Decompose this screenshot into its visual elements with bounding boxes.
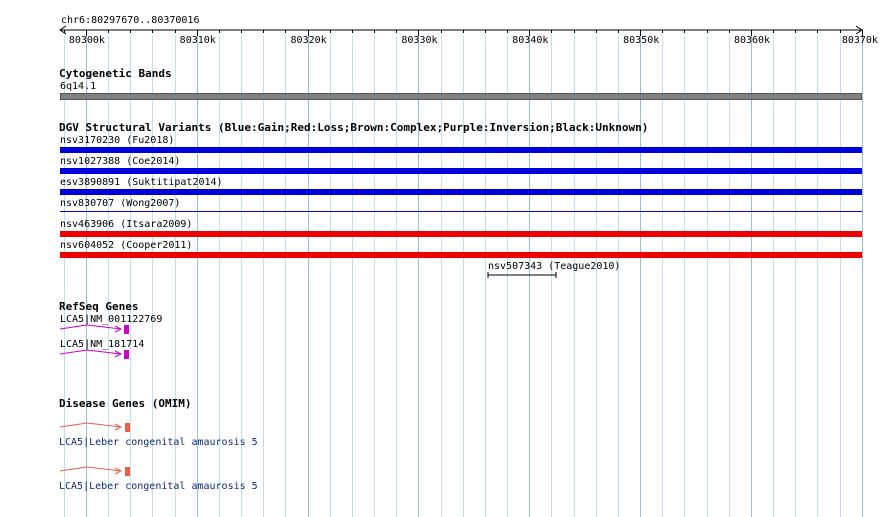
ruler-tick-label: 80330k [401,35,438,46]
dgv-title: DGV Structural Variants (Blue:Gain;Red:L… [59,121,649,134]
variant-label: nsv1027388 (Coe2014) [60,156,181,167]
cytoband-title: Cytogenetic Bands [59,67,172,80]
ruler-tick-label: 80360k [733,35,771,46]
variant-label: esv3890891 (Suktitipat2014) [60,177,223,188]
ruler-tick-label: 80340k [512,35,549,46]
variant-label: nsv463906 (Itsara2009) [60,219,193,230]
ruler-tick-label: 80310k [179,35,216,46]
gene-model-omim[interactable] [59,465,133,479]
gene-model-refseq[interactable] [59,348,133,362]
variant-bar-unknown[interactable] [486,271,560,279]
refseq-title: RefSeq Genes [59,300,139,313]
ruler-tick-label: 80350k [623,35,660,46]
variant-label: nsv3170230 (Fu2018) [60,135,175,146]
gene-model-omim[interactable] [59,421,133,435]
ruler-tick-label: 80370k [841,35,878,46]
variant-bar-gain[interactable] [60,147,862,153]
omim-gene-label[interactable]: LCA5|Leber congenital amaurosis 5 [59,481,258,492]
ruler-tick-label: 80300k [68,35,105,46]
omim-gene-label[interactable]: LCA5|Leber congenital amaurosis 5 [59,437,258,448]
gene-model-refseq[interactable] [59,323,133,337]
variant-bar-gain[interactable] [60,168,862,174]
variant-bar-loss[interactable] [60,231,862,237]
cytoband-label: 6q14.1 [60,81,97,92]
variant-label: nsv830707 (Wong2007) [60,198,181,209]
variant-bar-gain[interactable] [60,189,862,195]
cytoband-bar[interactable] [60,93,862,100]
omim-title: Disease Genes (OMIM) [59,397,192,410]
variant-bar-loss[interactable] [60,252,862,258]
variant-label: nsv604052 (Cooper2011) [60,240,193,251]
variant-bar-gain-thin[interactable] [60,211,862,212]
ruler-tick-label: 80320k [290,35,327,46]
